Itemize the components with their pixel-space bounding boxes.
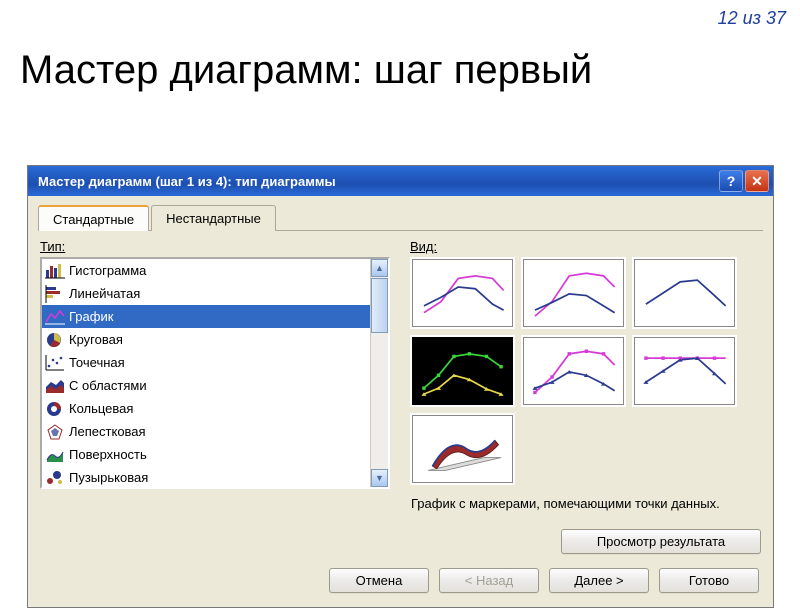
help-button[interactable]: ?: [719, 170, 743, 192]
next-button[interactable]: Далее >: [549, 568, 649, 593]
scroll-down-button[interactable]: ▼: [371, 469, 388, 487]
pie-chart-icon: [45, 331, 65, 349]
tab-standard[interactable]: Стандартные: [38, 205, 149, 231]
close-button[interactable]: ✕: [745, 170, 769, 192]
type-item-label: Поверхность: [69, 447, 147, 462]
type-item-label: Круговая: [69, 332, 123, 347]
dialog-title: Мастер диаграмм (шаг 1 из 4): тип диагра…: [38, 174, 717, 189]
subtype-5[interactable]: [521, 335, 626, 407]
subtype-description: График с маркерами, помечающими точки да…: [410, 493, 761, 529]
surface-chart-icon: [45, 446, 65, 464]
type-label: Тип:: [40, 239, 390, 254]
type-item-radar[interactable]: Лепестковая: [42, 420, 370, 443]
type-item-area[interactable]: С областями: [42, 374, 370, 397]
type-item-label: График: [69, 309, 113, 324]
type-item-label: Пузырьковая: [69, 470, 148, 485]
type-item-scatter[interactable]: Точечная: [42, 351, 370, 374]
type-item-label: Точечная: [69, 355, 125, 370]
cancel-button[interactable]: Отмена: [329, 568, 429, 593]
dialog-body: Тип: Гистограмма Линейчатая: [28, 231, 773, 558]
type-item-label: Лепестковая: [69, 424, 146, 439]
hbar-chart-icon: [45, 285, 65, 303]
close-icon: ✕: [751, 173, 763, 190]
line-chart-icon: [45, 308, 65, 326]
type-item-bubble[interactable]: Пузырьковая: [42, 466, 370, 487]
view-label: Вид:: [410, 239, 761, 254]
preview-result-button[interactable]: Просмотр результата: [561, 529, 761, 554]
type-item-label: Кольцевая: [69, 401, 133, 416]
tab-custom[interactable]: Нестандартные: [151, 205, 276, 231]
scroll-up-button[interactable]: ▲: [371, 259, 388, 277]
doughnut-chart-icon: [45, 400, 65, 418]
page-counter: 12 из 37: [718, 8, 786, 29]
chart-wizard-dialog: Мастер диаграмм (шаг 1 из 4): тип диагра…: [27, 165, 774, 608]
subtype-7[interactable]: [410, 413, 515, 485]
type-list-scrollbar[interactable]: ▲ ▼: [370, 259, 388, 487]
finish-button[interactable]: Готово: [659, 568, 759, 593]
type-item-label: Линейчатая: [69, 286, 140, 301]
type-item-label: Гистограмма: [69, 263, 146, 278]
scroll-thumb[interactable]: [371, 278, 388, 333]
type-item-line[interactable]: График: [42, 305, 370, 328]
subtype-2[interactable]: [521, 257, 626, 329]
type-item-surface[interactable]: Поверхность: [42, 443, 370, 466]
back-button[interactable]: < Назад: [439, 568, 539, 593]
type-item-doughnut[interactable]: Кольцевая: [42, 397, 370, 420]
subtype-6[interactable]: [632, 335, 737, 407]
scroll-track[interactable]: [371, 334, 388, 469]
bubble-chart-icon: [45, 469, 65, 487]
subtype-1[interactable]: [410, 257, 515, 329]
titlebar[interactable]: Мастер диаграмм (шаг 1 из 4): тип диагра…: [28, 166, 773, 196]
type-item-bar[interactable]: Линейчатая: [42, 282, 370, 305]
radar-chart-icon: [45, 423, 65, 441]
bar-chart-icon: [45, 262, 65, 280]
type-item-histogram[interactable]: Гистограмма: [42, 259, 370, 282]
area-chart-icon: [45, 377, 65, 395]
chart-type-list[interactable]: Гистограмма Линейчатая График: [40, 257, 390, 489]
scatter-chart-icon: [45, 354, 65, 372]
type-item-label: С областями: [69, 378, 147, 393]
subtype-3[interactable]: [632, 257, 737, 329]
tab-bar: Стандартные Нестандартные: [38, 204, 763, 231]
slide-title: Мастер диаграмм: шаг первый: [20, 48, 592, 93]
subtype-4[interactable]: [410, 335, 515, 407]
type-item-pie[interactable]: Круговая: [42, 328, 370, 351]
subtype-grid: [410, 257, 761, 485]
